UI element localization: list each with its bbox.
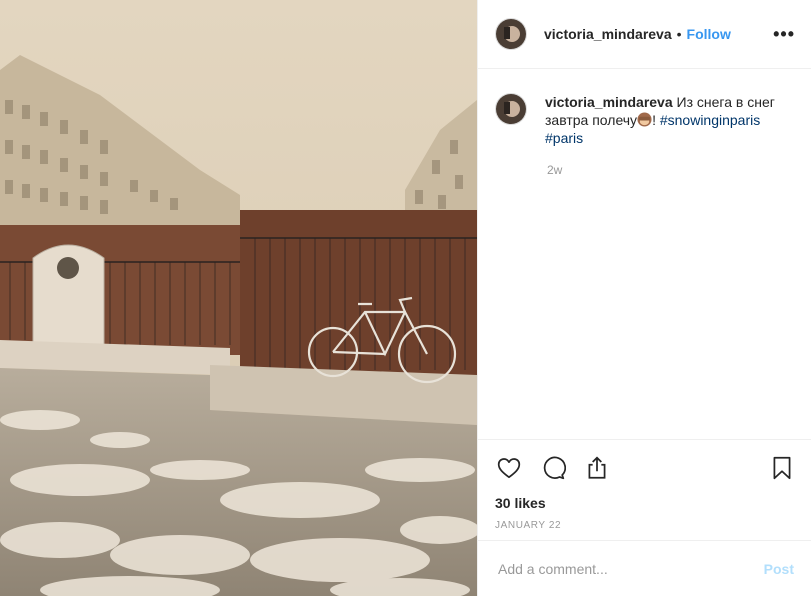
post-photo-image [0,0,477,596]
caption-author-avatar[interactable] [495,93,527,125]
comment-input[interactable] [496,559,764,578]
share-icon[interactable] [584,455,610,481]
author-username[interactable]: victoria_mindareva [544,26,672,42]
action-bar [478,440,811,496]
caption-timestamp[interactable]: 2w [547,163,795,177]
avatar-image [496,19,526,49]
instagram-post: victoria_mindareva • Follow ••• victoria… [0,0,811,596]
add-comment-section: Post [478,540,811,596]
post-date[interactable]: JANUARY 22 [478,520,811,536]
bookmark-icon[interactable] [769,455,795,481]
comments-area: victoria_mindareva Из снега в снег завтр… [478,69,811,440]
hashtag-link[interactable]: #snowinginparis [660,112,760,128]
heart-icon[interactable] [496,455,522,481]
caption: victoria_mindareva Из снега в снег завтр… [495,93,795,147]
author-avatar[interactable] [495,18,527,50]
caption-text: victoria_mindareva Из снега в снег завтр… [545,93,795,147]
avatar-image [496,94,526,124]
follow-button[interactable]: Follow [687,26,731,42]
more-options-icon[interactable]: ••• [773,24,795,45]
post-photo[interactable] [0,0,477,596]
see-no-evil-monkey-emoji [637,112,652,127]
hashtag-link[interactable]: #paris [545,130,583,146]
post-comment-button[interactable]: Post [764,561,794,577]
caption-exclamation: ! [652,112,656,128]
caption-username[interactable]: victoria_mindareva [545,94,673,110]
separator-dot: • [676,26,682,42]
comment-icon[interactable] [540,455,566,481]
post-side-panel: victoria_mindareva • Follow ••• victoria… [477,0,811,596]
post-header: victoria_mindareva • Follow ••• [478,0,811,69]
likes-count[interactable]: 30 likes [478,492,811,514]
